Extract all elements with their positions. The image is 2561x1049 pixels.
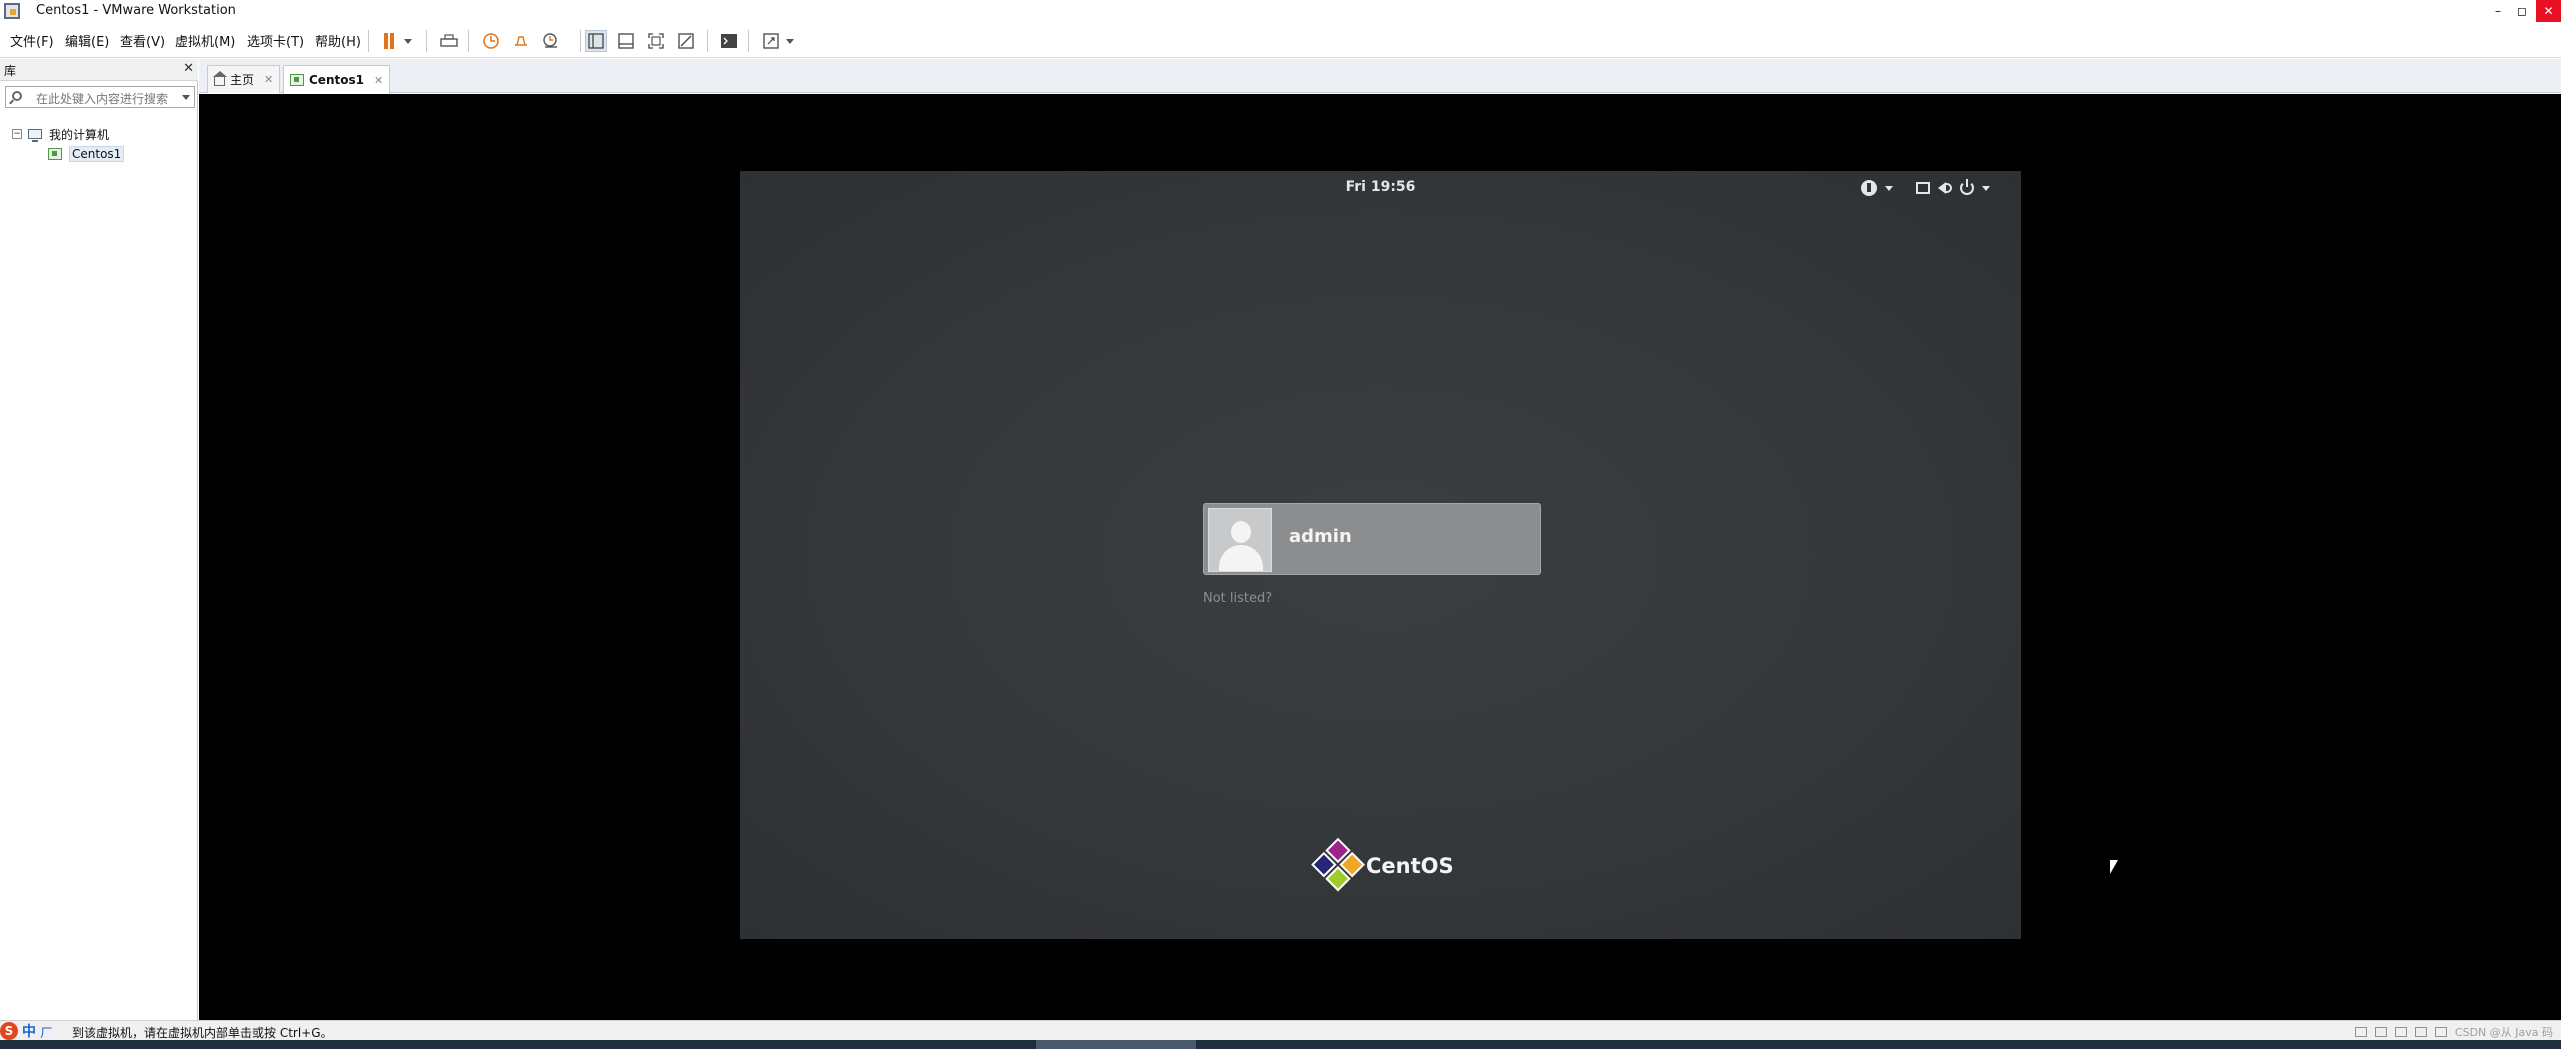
vmware-app-icon[interactable]: [4, 3, 20, 19]
mouse-cursor-icon: [2110, 860, 2118, 874]
vm-running-icon: [48, 148, 62, 160]
power-icon: [1960, 179, 1974, 195]
centos-logo-text: CentOS: [1366, 854, 1454, 878]
toolbar-separator: [468, 30, 469, 52]
device-tray: CSDN @从 Java 码: [2354, 1024, 2553, 1040]
tree-item-label: 我的计算机: [49, 127, 110, 142]
snapshot-icon[interactable]: [480, 30, 502, 52]
search-placeholder: 在此处键入内容进行搜索: [36, 92, 169, 106]
status-bar: S 中 ㄏ 到该虚拟机，请在虚拟机内部单击或按 Ctrl+G。 CSDN @从 …: [0, 1020, 2561, 1041]
library-panel: 库 ✕ 在此处键入内容进行搜索 − 我的计算机 Centos1: [0, 59, 198, 1020]
user-card-admin[interactable]: admin: [1203, 503, 1541, 575]
close-button[interactable]: ✕: [2536, 0, 2561, 22]
toolbar-separator: [707, 30, 708, 52]
centos-logo-icon: [1310, 837, 1367, 895]
computer-icon: [28, 129, 42, 142]
tab-close-icon[interactable]: ✕: [264, 73, 273, 86]
toolbar-separator: [580, 30, 581, 52]
unity-icon[interactable]: [675, 30, 697, 52]
menu-help[interactable]: 帮助(H): [315, 31, 361, 50]
guest-login-screen[interactable]: Fri 19:56 admin Not listed? CentOS: [740, 171, 2021, 939]
maximize-button[interactable]: ◻: [2508, 0, 2536, 22]
display-icon: [1916, 182, 1930, 194]
tab-strip: 主页 ✕ Centos1 ✕: [199, 59, 2561, 94]
network-icon[interactable]: [2394, 1027, 2407, 1037]
fullscreen-icon[interactable]: [645, 30, 667, 52]
status-message: 到该虚拟机，请在虚拟机内部单击或按 Ctrl+G。: [72, 1026, 333, 1040]
toolbar-separator: [426, 30, 427, 52]
hard-disk-icon[interactable]: [2354, 1027, 2367, 1037]
revert-snapshot-icon[interactable]: [510, 30, 532, 52]
user-name: admin: [1289, 526, 1352, 547]
tab-close-icon[interactable]: ✕: [374, 74, 383, 87]
ime-language-toggle[interactable]: 中: [22, 1021, 36, 1041]
menu-toolbar: 文件(F) 编辑(E) 查看(V) 虚拟机(M) 选项卡(T) 帮助(H): [0, 22, 2561, 58]
stretch-icon[interactable]: [760, 30, 782, 52]
tab-label: Centos1: [309, 73, 364, 87]
library-search-input[interactable]: 在此处键入内容进行搜索: [5, 86, 195, 108]
tree-collapse-toggle[interactable]: −: [12, 129, 22, 139]
usb-icon[interactable]: [2414, 1027, 2427, 1037]
host-taskbar: [0, 1040, 2561, 1049]
library-close-icon[interactable]: ✕: [183, 61, 194, 76]
title-bar: Centos1 - VMware Workstation – ◻ ✕: [0, 0, 2561, 22]
pause-icon[interactable]: [378, 30, 400, 52]
library-title: 库: [4, 64, 17, 78]
console-icon[interactable]: [718, 30, 740, 52]
vm-running-icon: [290, 74, 304, 86]
sogou-ime-icon[interactable]: S: [0, 1022, 18, 1040]
tab-label: 主页: [230, 73, 255, 87]
power-dropdown-icon[interactable]: [402, 30, 414, 52]
thumbnail-bar-icon[interactable]: [615, 30, 637, 52]
home-icon: [213, 71, 227, 86]
search-icon: [12, 91, 22, 101]
send-keys-icon[interactable]: [438, 30, 460, 52]
menu-file[interactable]: 文件(F): [10, 31, 54, 50]
accessibility-icon: [1861, 180, 1877, 196]
library-header: 库 ✕: [0, 59, 198, 81]
ime-toolbar[interactable]: S 中 ㄏ: [0, 1021, 53, 1041]
toolbar-separator: [748, 30, 749, 52]
snapshot-manager-icon[interactable]: [540, 30, 562, 52]
menu-view[interactable]: 查看(V): [120, 31, 165, 50]
chevron-down-icon: [1982, 185, 1990, 191]
menu-edit[interactable]: 编辑(E): [65, 31, 109, 50]
system-menu[interactable]: [1916, 176, 1990, 200]
stretch-dropdown-icon[interactable]: [784, 30, 796, 52]
tab-home[interactable]: 主页 ✕: [207, 65, 281, 93]
toolbar-separator: [368, 30, 369, 52]
cd-drive-icon[interactable]: [2374, 1027, 2387, 1037]
volume-icon: [1938, 182, 1952, 194]
ime-punctuation-toggle[interactable]: ㄏ: [40, 1022, 53, 1041]
taskbar-active-item[interactable]: [1036, 1040, 1196, 1049]
library-view-icon[interactable]: [585, 30, 607, 52]
chevron-down-icon: [1885, 185, 1893, 191]
window-title: Centos1 - VMware Workstation: [36, 3, 236, 18]
guest-clock[interactable]: Fri 19:56: [740, 179, 2021, 195]
menu-tabs[interactable]: 选项卡(T): [247, 31, 304, 50]
avatar: [1208, 508, 1272, 572]
tree-item-centos1[interactable]: Centos1: [48, 144, 125, 164]
tree-item-label: Centos1: [69, 146, 125, 162]
vm-console[interactable]: Fri 19:56 admin Not listed? CentOS: [199, 94, 2561, 1020]
menu-vm[interactable]: 虚拟机(M): [175, 31, 235, 50]
centos-logo: CentOS: [1311, 837, 1454, 892]
tab-centos1[interactable]: Centos1 ✕: [283, 65, 391, 94]
not-listed-link[interactable]: Not listed?: [1203, 591, 1272, 606]
search-dropdown-icon[interactable]: [182, 95, 190, 100]
sound-card-icon[interactable]: [2434, 1027, 2447, 1037]
tray-watermark-text: CSDN @从 Java 码: [2454, 1026, 2553, 1039]
tree-item-my-computer[interactable]: − 我的计算机: [12, 124, 109, 144]
accessibility-menu[interactable]: [1861, 176, 1893, 200]
